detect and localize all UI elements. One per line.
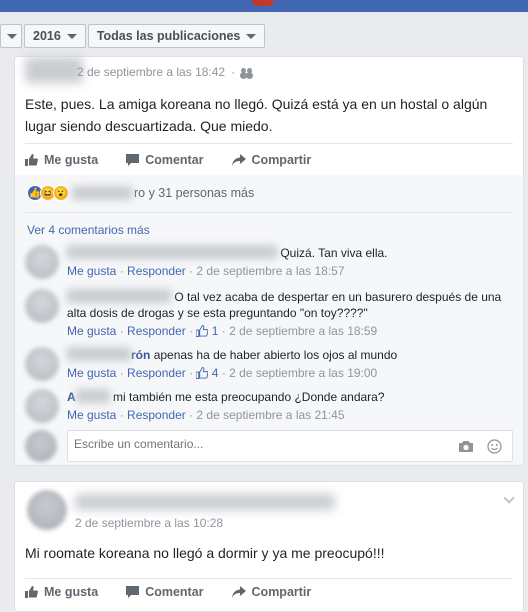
notification-tab[interactable] xyxy=(252,0,274,6)
post-actions: Me gusta Comentar Compartir xyxy=(25,153,311,167)
author-name-redacted[interactable] xyxy=(75,494,335,510)
comment-reply-link[interactable]: Responder xyxy=(127,408,186,422)
top-navigation-bar xyxy=(0,0,528,12)
commenter-name-redacted[interactable] xyxy=(75,389,110,403)
comment-like-count[interactable]: 1 xyxy=(196,324,218,338)
comment-timestamp[interactable]: 2 de septiembre a las 18:59 xyxy=(229,324,377,338)
share-label: Compartir xyxy=(251,153,312,167)
comment-meta: Me gusta · Responder · 2 de septiembre a… xyxy=(67,408,345,422)
year-label: 2016 xyxy=(33,29,61,43)
comment-input[interactable] xyxy=(74,437,444,451)
thumbs-up-icon xyxy=(25,154,38,166)
comment-icon xyxy=(126,586,140,598)
comment-meta: Me gusta · Responder · 4 · 2 de septiemb… xyxy=(67,366,378,380)
scope-label: Todas las publicaciones xyxy=(96,29,241,43)
comment-label: Comentar xyxy=(145,153,204,167)
comment-likes-value: 4 xyxy=(211,366,219,380)
commenter-name-redacted[interactable] xyxy=(67,289,171,303)
wow-reaction-icon: 😮 xyxy=(53,185,69,201)
comment-body: rón apenas ha de haber abierto los ojos … xyxy=(67,347,517,381)
post-card: 2 de septiembre a las 10:28 Mi roomate k… xyxy=(14,481,524,612)
comment-reply-link[interactable]: Responder xyxy=(127,264,186,278)
current-user-avatar xyxy=(25,430,57,462)
post-meta: 2 de septiembre a las 18:42 · xyxy=(77,65,253,79)
commenter-name-redacted[interactable] xyxy=(67,245,277,259)
comment-text: apenas ha de haber abierto los ojos al m… xyxy=(153,348,398,362)
comment-reply-link[interactable]: Responder xyxy=(127,324,186,338)
comment-like-link[interactable]: Me gusta xyxy=(67,324,116,338)
divider xyxy=(25,578,513,579)
comment-body: Quizá. Tan viva ella. Me gusta · Respond… xyxy=(67,245,517,279)
prev-filter-dropdown[interactable] xyxy=(0,24,22,48)
comment-like-link[interactable]: Me gusta xyxy=(67,366,116,380)
post-text: Mi roomate koreana no llegó a dormir y y… xyxy=(25,545,385,561)
reactions-summary[interactable]: 👍 😆 😮 ro y 31 personas más xyxy=(27,185,254,201)
avatar[interactable] xyxy=(25,347,59,381)
comment-body: A mi también me esta preocupando ¿Donde … xyxy=(67,389,517,423)
timeline-filter-bar: 2016 Todas las publicaciones xyxy=(0,24,267,50)
author-name-redacted xyxy=(25,57,83,83)
avatar[interactable] xyxy=(25,245,59,279)
friends-audience-icon[interactable] xyxy=(241,67,253,77)
comment-like-count[interactable]: 4 xyxy=(196,366,218,380)
comment-like-link[interactable]: Me gusta xyxy=(67,408,116,422)
commenter-name-fragment[interactable]: A xyxy=(67,390,76,404)
comment-timestamp[interactable]: 2 de septiembre a las 21:45 xyxy=(196,408,344,422)
comment-meta: Me gusta · Responder · 1 · 2 de septiemb… xyxy=(67,324,378,338)
commenter-name-redacted[interactable] xyxy=(67,347,131,361)
year-dropdown[interactable]: 2016 xyxy=(24,24,86,48)
chevron-down-icon xyxy=(7,33,17,39)
like-label: Me gusta xyxy=(44,585,99,599)
post-timestamp[interactable]: 2 de septiembre a las 18:42 xyxy=(77,65,225,79)
chevron-down-icon xyxy=(66,33,77,39)
comment-icon xyxy=(126,154,140,166)
comment-timestamp[interactable]: 2 de septiembre a las 19:00 xyxy=(229,366,377,380)
chevron-down-icon xyxy=(246,33,257,39)
avatar[interactable] xyxy=(25,289,59,323)
divider xyxy=(25,143,513,144)
like-button[interactable]: Me gusta xyxy=(25,585,98,599)
divider xyxy=(25,212,513,213)
post-meta: 2 de septiembre a las 10:28 xyxy=(75,516,223,530)
post-actions: Me gusta Comentar Compartir xyxy=(25,585,311,599)
comment-meta: Me gusta · Responder · 2 de septiembre a… xyxy=(67,264,345,278)
avatar[interactable] xyxy=(25,389,59,423)
share-button[interactable]: Compartir xyxy=(231,585,312,599)
camera-icon[interactable] xyxy=(458,440,474,453)
comment-label: Comentar xyxy=(145,585,204,599)
post-timestamp[interactable]: 2 de septiembre a las 10:28 xyxy=(75,516,223,530)
thumbs-up-icon xyxy=(25,586,38,598)
like-button[interactable]: Me gusta xyxy=(25,153,98,167)
like-label: Me gusta xyxy=(44,153,99,167)
post-text: Este, pues. La amiga koreana no llegó. Q… xyxy=(25,96,488,134)
thumbs-up-icon xyxy=(196,325,209,337)
comment-reply-link[interactable]: Responder xyxy=(127,366,186,380)
comment-text: mi también me esta preocupando ¿Donde an… xyxy=(113,390,385,404)
author-avatar[interactable] xyxy=(27,490,67,530)
commenter-name-fragment[interactable]: rón xyxy=(131,348,150,362)
comment-button[interactable]: Comentar xyxy=(126,585,204,599)
comment-timestamp[interactable]: 2 de septiembre a las 18:57 xyxy=(196,264,344,278)
comment-text: Quizá. Tan viva ella. xyxy=(280,246,388,260)
share-button[interactable]: Compartir xyxy=(231,153,312,167)
comment-composer[interactable] xyxy=(67,430,513,462)
reaction-name-redacted xyxy=(72,186,132,200)
emoji-icon[interactable] xyxy=(487,439,502,454)
view-more-comments-link[interactable]: Ver 4 comentarios más xyxy=(27,223,150,237)
comment-body: O tal vez acaba de despertar en un basur… xyxy=(67,289,517,339)
comment-button[interactable]: Comentar xyxy=(126,153,204,167)
comment-like-link[interactable]: Me gusta xyxy=(67,264,116,278)
scope-dropdown[interactable]: Todas las publicaciones xyxy=(87,24,266,48)
reactions-count-text: ro y 31 personas más xyxy=(134,186,255,200)
share-arrow-icon xyxy=(231,154,246,166)
thumbs-up-icon xyxy=(196,367,209,379)
comment-likes-value: 1 xyxy=(211,324,219,338)
share-arrow-icon xyxy=(231,586,246,598)
post-options-chevron-icon[interactable] xyxy=(503,492,515,504)
share-label: Compartir xyxy=(251,585,312,599)
post-card: 2 de septiembre a las 18:42 · Este, pues… xyxy=(14,56,524,466)
